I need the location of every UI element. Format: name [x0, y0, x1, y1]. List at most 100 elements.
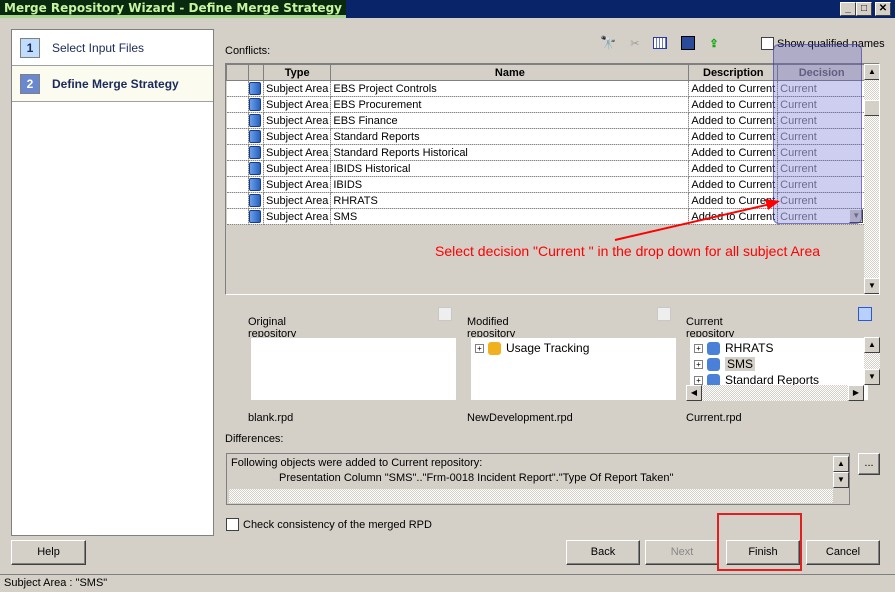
cell-name: EBS Procurement — [330, 96, 690, 113]
cell-name: Standard Reports Historical — [330, 144, 690, 161]
column-header[interactable]: Decision — [777, 64, 867, 81]
wizard-step[interactable]: 1 Select Input Files — [12, 30, 213, 66]
original-view-icon[interactable] — [438, 307, 452, 321]
grid-icon[interactable] — [653, 37, 668, 49]
expand-icon[interactable]: + — [694, 360, 703, 370]
cell-name: EBS Finance — [330, 112, 690, 129]
row-header — [226, 112, 249, 129]
row-header — [226, 144, 249, 161]
cell-icon — [248, 144, 264, 161]
table-row[interactable]: Subject Area EBS Finance Added to Current C… — [226, 112, 867, 129]
modified-view-icon[interactable] — [657, 307, 671, 321]
differences-box[interactable]: Following objects were added to Current … — [226, 453, 850, 505]
check-consistency[interactable]: Check consistency of the merged RPD — [226, 518, 432, 531]
conflicts-scrollbar[interactable]: ▲ ▼ — [864, 64, 879, 294]
decision-dropdown[interactable]: Current — [777, 160, 867, 177]
cancel-button[interactable]: Cancel — [806, 540, 880, 565]
expand-icon[interactable]: + — [694, 344, 703, 354]
cell-name: IBIDS — [330, 176, 690, 193]
expand-icon[interactable]: + — [694, 376, 703, 386]
conflicts-grid: Type Name Description Decision Subject Area… — [225, 63, 880, 295]
star-icon — [488, 342, 501, 356]
diff-scroll-up-icon[interactable]: ▲ — [833, 456, 849, 472]
decision-dropdown[interactable]: Current — [777, 112, 867, 129]
maximize-button[interactable]: □ — [856, 2, 872, 16]
tree-item[interactable]: + RHRATS — [694, 340, 864, 356]
check-consistency-checkbox[interactable] — [226, 518, 239, 531]
decision-dropdown[interactable]: Current ▼ — [777, 208, 867, 225]
scroll-left-icon[interactable]: ◀ — [686, 385, 702, 401]
status-bar: Subject Area : "SMS" — [0, 574, 895, 592]
finish-button[interactable]: Finish — [726, 540, 800, 565]
scroll-right-icon[interactable]: ▶ — [848, 385, 864, 401]
expand-icon[interactable]: + — [475, 344, 484, 354]
column-header[interactable] — [248, 64, 264, 81]
cell-description: Added to Current — [688, 80, 779, 97]
table-row[interactable]: Subject Area Standard Reports Added to Cur… — [226, 128, 867, 145]
step-number: 2 — [20, 73, 40, 94]
scroll-down-icon[interactable]: ▼ — [864, 278, 879, 294]
filter-icon[interactable]: ✂ — [630, 37, 639, 50]
binoculars-icon[interactable]: 🔭 — [600, 35, 616, 51]
scroll-thumb[interactable] — [864, 100, 879, 116]
status-text: Subject Area : "SMS" — [4, 577, 108, 589]
scroll-down-icon[interactable]: ▼ — [864, 369, 880, 385]
column-header[interactable]: Type — [262, 64, 332, 81]
tree-item-label: SMS — [725, 357, 756, 371]
cell-type: Subject Area — [263, 192, 332, 209]
chevron-down-icon[interactable]: ▼ — [849, 209, 864, 223]
scroll-up-icon[interactable]: ▲ — [864, 337, 880, 353]
decision-dropdown[interactable]: Current — [777, 192, 867, 209]
modified-repository-tree[interactable]: + Usage Tracking — [470, 337, 677, 401]
table-row[interactable]: Subject Area Standard Reports Historical A… — [226, 144, 867, 161]
differences-line1: Following objects were added to Current … — [231, 457, 483, 469]
tree-item-label: RHRATS — [725, 341, 774, 355]
decision-dropdown[interactable]: Current — [777, 176, 867, 193]
tree-item-label: Usage Tracking — [506, 341, 590, 355]
subject-area-icon — [707, 342, 720, 356]
original-repository-tree[interactable] — [250, 337, 457, 401]
minimize-button[interactable]: _ — [840, 2, 856, 16]
save-icon[interactable] — [681, 36, 696, 50]
step-label: Select Input Files — [52, 40, 145, 55]
annotation-arrow — [614, 199, 780, 241]
decision-dropdown[interactable]: Current — [777, 128, 867, 145]
back-button[interactable]: Back — [566, 540, 640, 565]
show-qualified-checkbox[interactable] — [761, 37, 774, 50]
differences-more-button[interactable]: ... — [858, 453, 880, 475]
scroll-up-icon[interactable]: ▲ — [864, 64, 879, 80]
cell-icon — [248, 160, 264, 177]
decision-dropdown[interactable]: Current — [777, 96, 867, 113]
differences-label: Differences: — [225, 433, 284, 445]
table-row[interactable]: Subject Area EBS Procurement Added to Curr… — [226, 96, 867, 113]
show-qualified-names[interactable]: Show qualified names — [761, 37, 885, 50]
column-header[interactable]: Description — [688, 64, 779, 81]
current-tree-vscroll[interactable]: ▲ ▼ — [864, 337, 880, 385]
export-icon[interactable]: ⇪ — [709, 37, 718, 50]
subject-area-icon — [707, 358, 720, 372]
diff-hscrollbar[interactable] — [229, 489, 833, 503]
tree-item[interactable]: + Usage Tracking — [475, 340, 672, 356]
current-tree-hscroll[interactable]: ◀ ▶ — [686, 385, 864, 401]
column-header[interactable]: Name — [330, 64, 690, 81]
wizard-step[interactable]: 2 Define Merge Strategy — [12, 66, 213, 102]
table-row[interactable]: Subject Area IBIDS Historical Added to Cur… — [226, 160, 867, 177]
diff-scroll-down-icon[interactable]: ▼ — [833, 472, 849, 488]
help-button[interactable]: Help — [11, 540, 86, 565]
close-button[interactable]: ✕ — [875, 2, 891, 16]
table-row[interactable]: Subject Area EBS Project Controls Added to… — [226, 80, 867, 97]
table-row[interactable]: Subject Area IBIDS Added to Current Current — [226, 176, 867, 193]
show-qualified-label: Show qualified names — [777, 37, 885, 50]
current-view-icon[interactable] — [858, 307, 872, 321]
cell-type: Subject Area — [263, 176, 332, 193]
decision-dropdown[interactable]: Current — [777, 144, 867, 161]
conflicts-label: Conflicts: — [225, 45, 271, 57]
differences-line2: Presentation Column "SMS".."Frm-0018 Inc… — [279, 472, 674, 484]
row-header — [226, 96, 249, 113]
decision-dropdown[interactable]: Current — [777, 80, 867, 97]
column-header[interactable] — [226, 64, 249, 81]
modified-repository-file: NewDevelopment.rpd — [467, 412, 573, 424]
cell-icon — [248, 112, 264, 129]
subject-area-icon — [249, 114, 261, 127]
tree-item[interactable]: + SMS — [694, 356, 864, 372]
